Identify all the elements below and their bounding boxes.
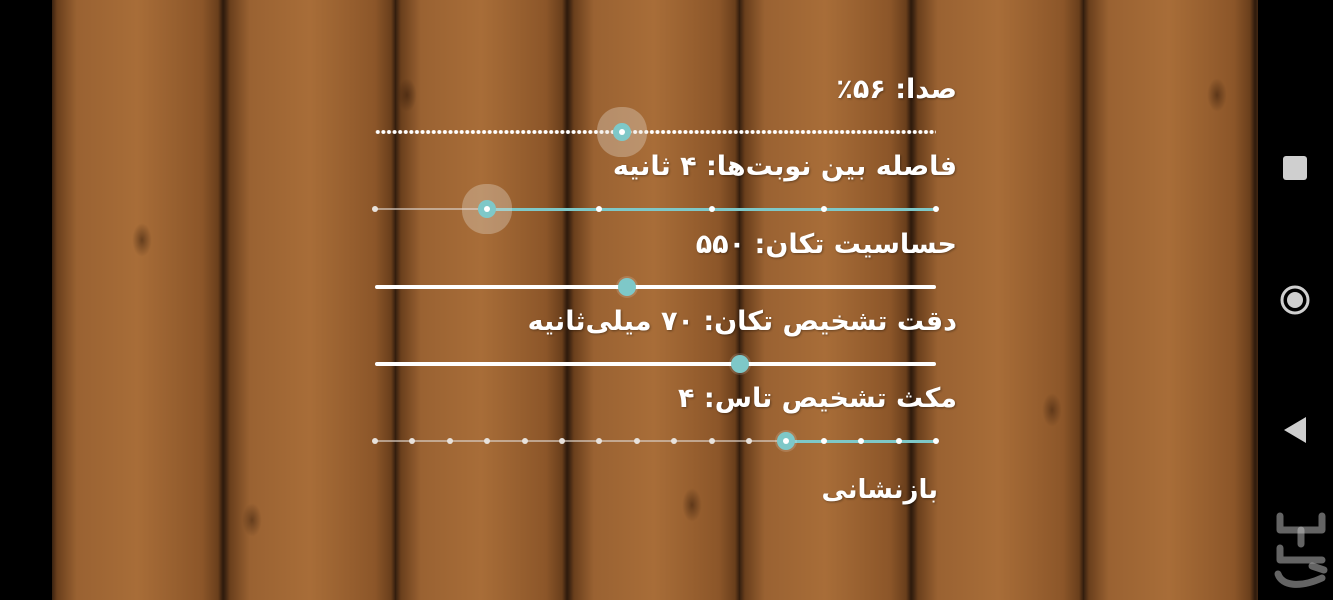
volume-slider-track (375, 130, 936, 134)
slider-tick (484, 438, 491, 444)
volume-slider[interactable] (375, 120, 936, 144)
slider-tick (671, 438, 678, 444)
slider-tick (708, 206, 715, 212)
turn-interval-slider-thumb[interactable] (478, 200, 497, 218)
home-button[interactable] (1280, 285, 1310, 315)
slider-tick (820, 438, 827, 444)
slider-tick (633, 438, 640, 444)
shake-accuracy-slider-track (375, 362, 936, 366)
dice-pause-slider-thumb[interactable] (777, 432, 796, 450)
slider-tick (708, 438, 715, 444)
slider-tick (446, 438, 453, 444)
shake-accuracy-label: دقت تشخیص تکان: ۷۰ میلی‌ثانیه (527, 306, 957, 337)
square-icon (1283, 156, 1307, 180)
circle-icon (1280, 285, 1310, 315)
slider-tick (596, 438, 603, 444)
volume-label: صدا: ۵۶٪ (836, 74, 957, 105)
slider-tick (372, 206, 378, 212)
slider-tick (746, 438, 752, 444)
turn-interval-label: فاصله بین نوبت‌ها: ۴ ثانیه (612, 151, 957, 182)
slider-tick (820, 206, 827, 212)
shake-sensitivity-slider-thumb[interactable] (618, 278, 637, 296)
app-screen: صدا: ۵۶٪ فاصله بین نوبت‌ها: ۴ ثانیه حساس… (0, 0, 1333, 600)
slider-tick (372, 438, 378, 444)
slider-tick (409, 438, 416, 444)
dice-pause-label: مکث تشخیص تاس: ۴ (678, 383, 957, 414)
reset-button[interactable]: بازنشانی (821, 472, 938, 508)
shake-accuracy-slider-thumb[interactable] (730, 355, 749, 373)
slider-tick (521, 438, 528, 444)
slider-tick (933, 206, 939, 212)
slider-tick (895, 438, 902, 444)
slider-tick (858, 438, 865, 444)
volume-slider-thumb[interactable] (612, 123, 631, 141)
dice-pause-slider[interactable] (372, 429, 939, 453)
turn-interval-slider[interactable] (372, 197, 939, 221)
shake-sensitivity-slider[interactable] (375, 275, 936, 299)
bazaar-watermark-logo (1274, 512, 1328, 588)
slider-tick (596, 206, 603, 212)
shake-accuracy-slider[interactable] (375, 352, 936, 376)
slider-tick (933, 438, 939, 444)
back-button[interactable] (1280, 415, 1310, 445)
wood-background (52, 0, 1258, 600)
shake-sensitivity-slider-track (375, 285, 936, 289)
triangle-back-icon (1284, 417, 1306, 443)
shake-sensitivity-label: حساسیت تکان: ۵۵۰ (695, 229, 957, 260)
recents-button[interactable] (1280, 153, 1310, 183)
slider-tick (559, 438, 565, 444)
